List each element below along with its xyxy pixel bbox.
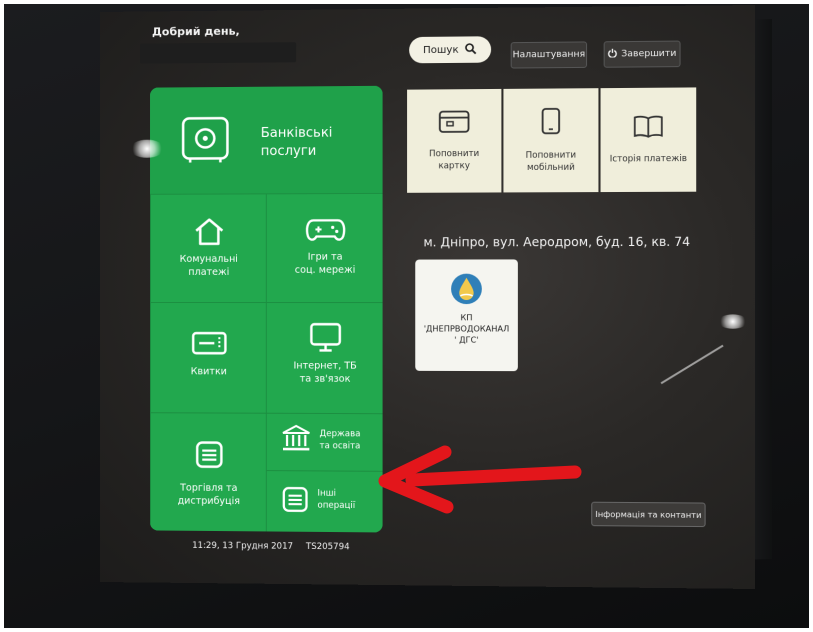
red-arrow-annotation	[0, 0, 813, 632]
photo-frame: Добрий день, Пошук Налаштування Завершит…	[0, 0, 813, 632]
